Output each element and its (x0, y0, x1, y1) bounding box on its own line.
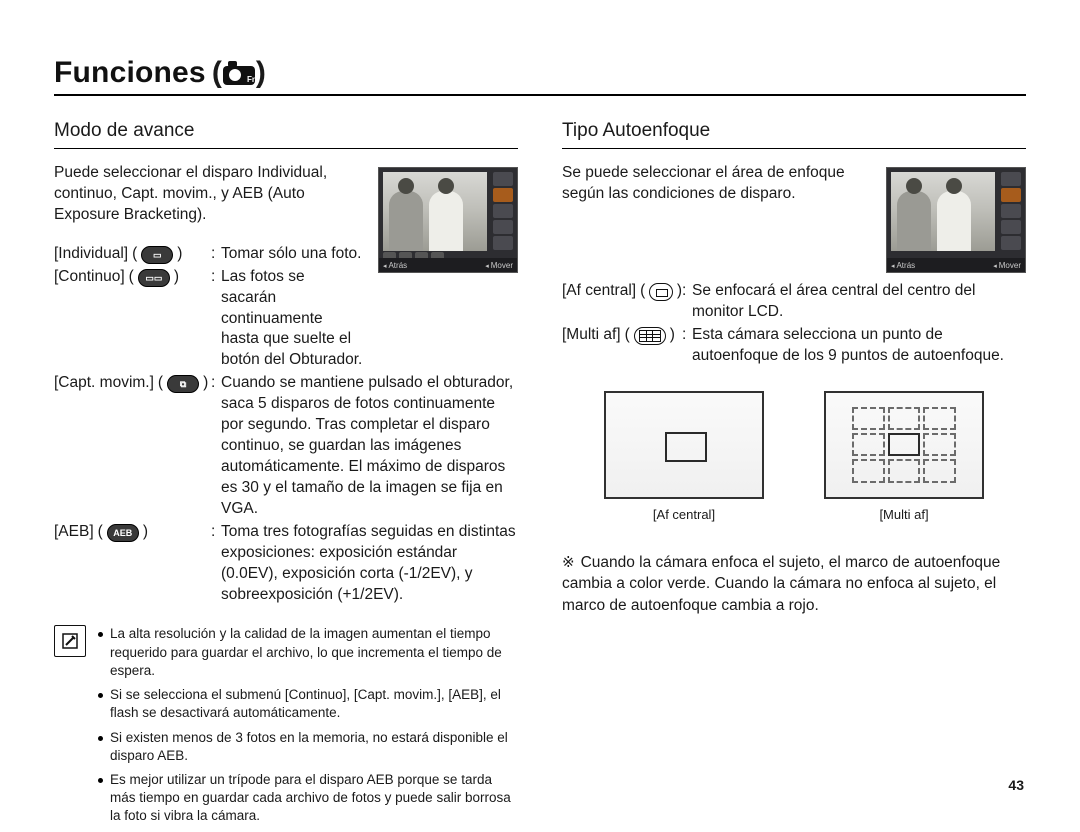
note-item: Si se selecciona el submenú [Continuo], … (98, 686, 518, 722)
lcd-move-label: Mover (993, 261, 1021, 270)
continuous-icon: ▭▭ (138, 269, 170, 287)
page-title: Funciones (54, 56, 212, 90)
motion-icon: ⧉ (167, 375, 199, 393)
aeb-icon: AEB (107, 524, 139, 542)
drive-item-individual: [Individual] (▭) : Tomar sólo una foto. (54, 244, 364, 265)
lcd-preview-af: Atrás Mover (886, 167, 1026, 273)
section-title-drive: Modo de avance (54, 120, 518, 149)
left-column: Modo de avance Atrás Mover (54, 120, 518, 832)
drive-item-motion: [Capt. movim.] (⧉) : Cuando se mantiene … (54, 373, 518, 519)
svg-text:Fn: Fn (247, 75, 256, 84)
title-rule (54, 94, 1026, 96)
page-title-row: Funciones ( Fn ) (54, 56, 1026, 90)
note-icon (54, 625, 86, 657)
lcd-preview-drive: Atrás Mover (378, 167, 518, 273)
af-item-multi: [Multi af] () : Esta cámara selecciona u… (562, 325, 1026, 367)
drive-item-aeb: [AEB] (AEB) : Toma tres fotografías segu… (54, 522, 518, 606)
af-figure-center: [Af central] (604, 391, 764, 522)
lcd-move-label: Mover (485, 261, 513, 270)
note-box: La alta resolución y la calidad de la im… (54, 625, 518, 831)
lcd-menu-highlight (1001, 188, 1021, 202)
af-figure-multi: [Multi af] (824, 391, 984, 522)
paren-open: ( (212, 56, 222, 90)
multi-af-icon (634, 327, 666, 345)
paren-close: ) (256, 56, 266, 90)
lcd-menu-highlight (493, 188, 513, 202)
right-column: Tipo Autoenfoque Atrás Mover (562, 120, 1026, 832)
note-item: La alta resolución y la calidad de la im… (98, 625, 518, 680)
center-af-icon (649, 283, 673, 301)
page-number: 43 (1008, 777, 1024, 793)
note-item: Si existen menos de 3 fotos en la memori… (98, 729, 518, 765)
single-icon: ▭ (141, 246, 173, 264)
lcd-back-label: Atrás (891, 261, 915, 270)
drive-item-continuous: [Continuo] (▭▭) : Las fotos se sacarán c… (54, 267, 364, 372)
section-title-af: Tipo Autoenfoque (562, 120, 1026, 149)
focus-color-note: ※Cuando la cámara enfoca el sujeto, el m… (562, 552, 1026, 617)
camera-fn-icon: Fn (222, 60, 256, 86)
note-item: Es mejor utilizar un trípode para el dis… (98, 771, 518, 826)
reference-mark-icon: ※ (562, 554, 581, 571)
lcd-back-label: Atrás (383, 261, 407, 270)
af-item-center: [Af central] () : Se enfocará el área ce… (562, 281, 1026, 323)
